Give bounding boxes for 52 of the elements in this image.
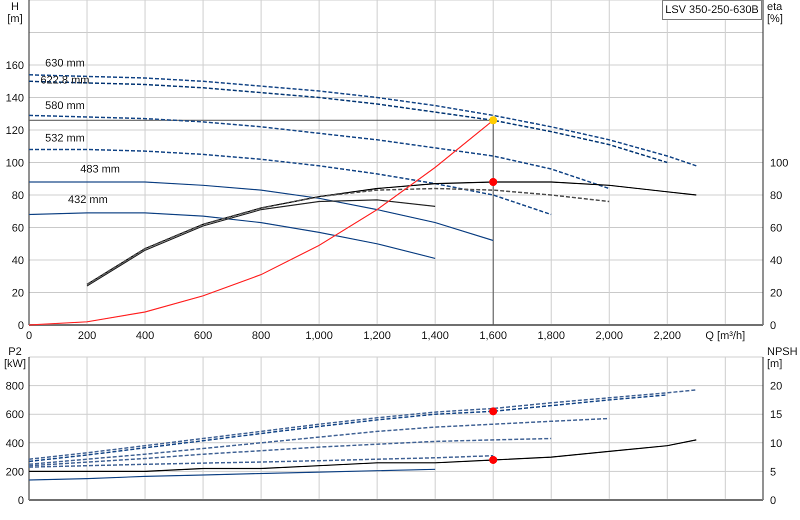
y-tick-label: 0 bbox=[18, 495, 24, 507]
x-tick-label: 1,600 bbox=[479, 330, 507, 342]
y2-tick-label: 0 bbox=[770, 495, 776, 507]
y2-tick-label: 10 bbox=[770, 438, 782, 450]
y-tick-label: 60 bbox=[12, 222, 24, 234]
curve-label: 432 mm bbox=[68, 194, 108, 206]
model-label: LSV 350-250-630B bbox=[662, 0, 762, 20]
y-tick-label: 80 bbox=[12, 190, 24, 202]
y2-tick-label: 5 bbox=[770, 466, 776, 478]
y-tick-label: 400 bbox=[6, 438, 24, 450]
y-axis-unit: [kW] bbox=[4, 358, 26, 370]
y2-axis-unit: [m] bbox=[767, 358, 782, 370]
x-axis-label: Q [m³/h] bbox=[705, 330, 746, 342]
curve-label: 483 mm bbox=[80, 163, 120, 176]
y2-tick-label: 20 bbox=[770, 380, 782, 393]
y-tick-label: 40 bbox=[12, 255, 24, 267]
y2-axis-title: NPSH bbox=[767, 346, 798, 358]
y-axis-title: H bbox=[11, 1, 19, 13]
y-tick-label: 600 bbox=[6, 409, 24, 422]
y-tick-label: 0 bbox=[18, 320, 24, 332]
y-tick-label: 20 bbox=[12, 288, 24, 300]
y-tick-label: 200 bbox=[6, 466, 24, 478]
x-tick-label: 1,000 bbox=[305, 330, 333, 342]
y-axis-title: P2 bbox=[8, 346, 22, 358]
y-tick-label: 800 bbox=[6, 380, 24, 393]
curve-label: 580 mm bbox=[45, 100, 85, 112]
y-tick-label: 160 bbox=[6, 60, 24, 72]
y2-tick-label: 40 bbox=[770, 255, 782, 267]
y2-axis-unit: [%] bbox=[767, 13, 783, 25]
x-tick-label: 0 bbox=[26, 330, 32, 342]
y-tick-label: 120 bbox=[6, 125, 24, 137]
x-tick-label: 2,000 bbox=[595, 330, 623, 342]
y2-axis-title: eta bbox=[767, 1, 782, 13]
x-tick-label: 800 bbox=[252, 330, 270, 342]
y2-tick-label: 60 bbox=[770, 222, 782, 234]
x-tick-label: 200 bbox=[78, 330, 96, 342]
curve-label: 630 mm bbox=[45, 58, 85, 70]
y2-tick-label: 15 bbox=[770, 409, 782, 422]
x-tick-label: 600 bbox=[194, 330, 212, 342]
x-tick-label: 1,800 bbox=[537, 330, 565, 342]
y-tick-label: 140 bbox=[6, 92, 24, 104]
x-tick-label: 1,200 bbox=[363, 330, 391, 342]
y2-tick-label: 80 bbox=[770, 190, 782, 202]
y2-tick-label: 0 bbox=[770, 320, 776, 332]
x-tick-label: 1,400 bbox=[421, 330, 449, 342]
y-axis-unit: [m] bbox=[7, 13, 23, 25]
x-tick-label: 2,200 bbox=[654, 330, 682, 342]
y-tick-label: 100 bbox=[6, 158, 24, 170]
x-tick-label: 400 bbox=[136, 330, 154, 342]
y2-tick-label: 20 bbox=[770, 288, 782, 300]
curve-label: 532 mm bbox=[45, 132, 85, 144]
y2-tick-label: 100 bbox=[770, 158, 788, 170]
